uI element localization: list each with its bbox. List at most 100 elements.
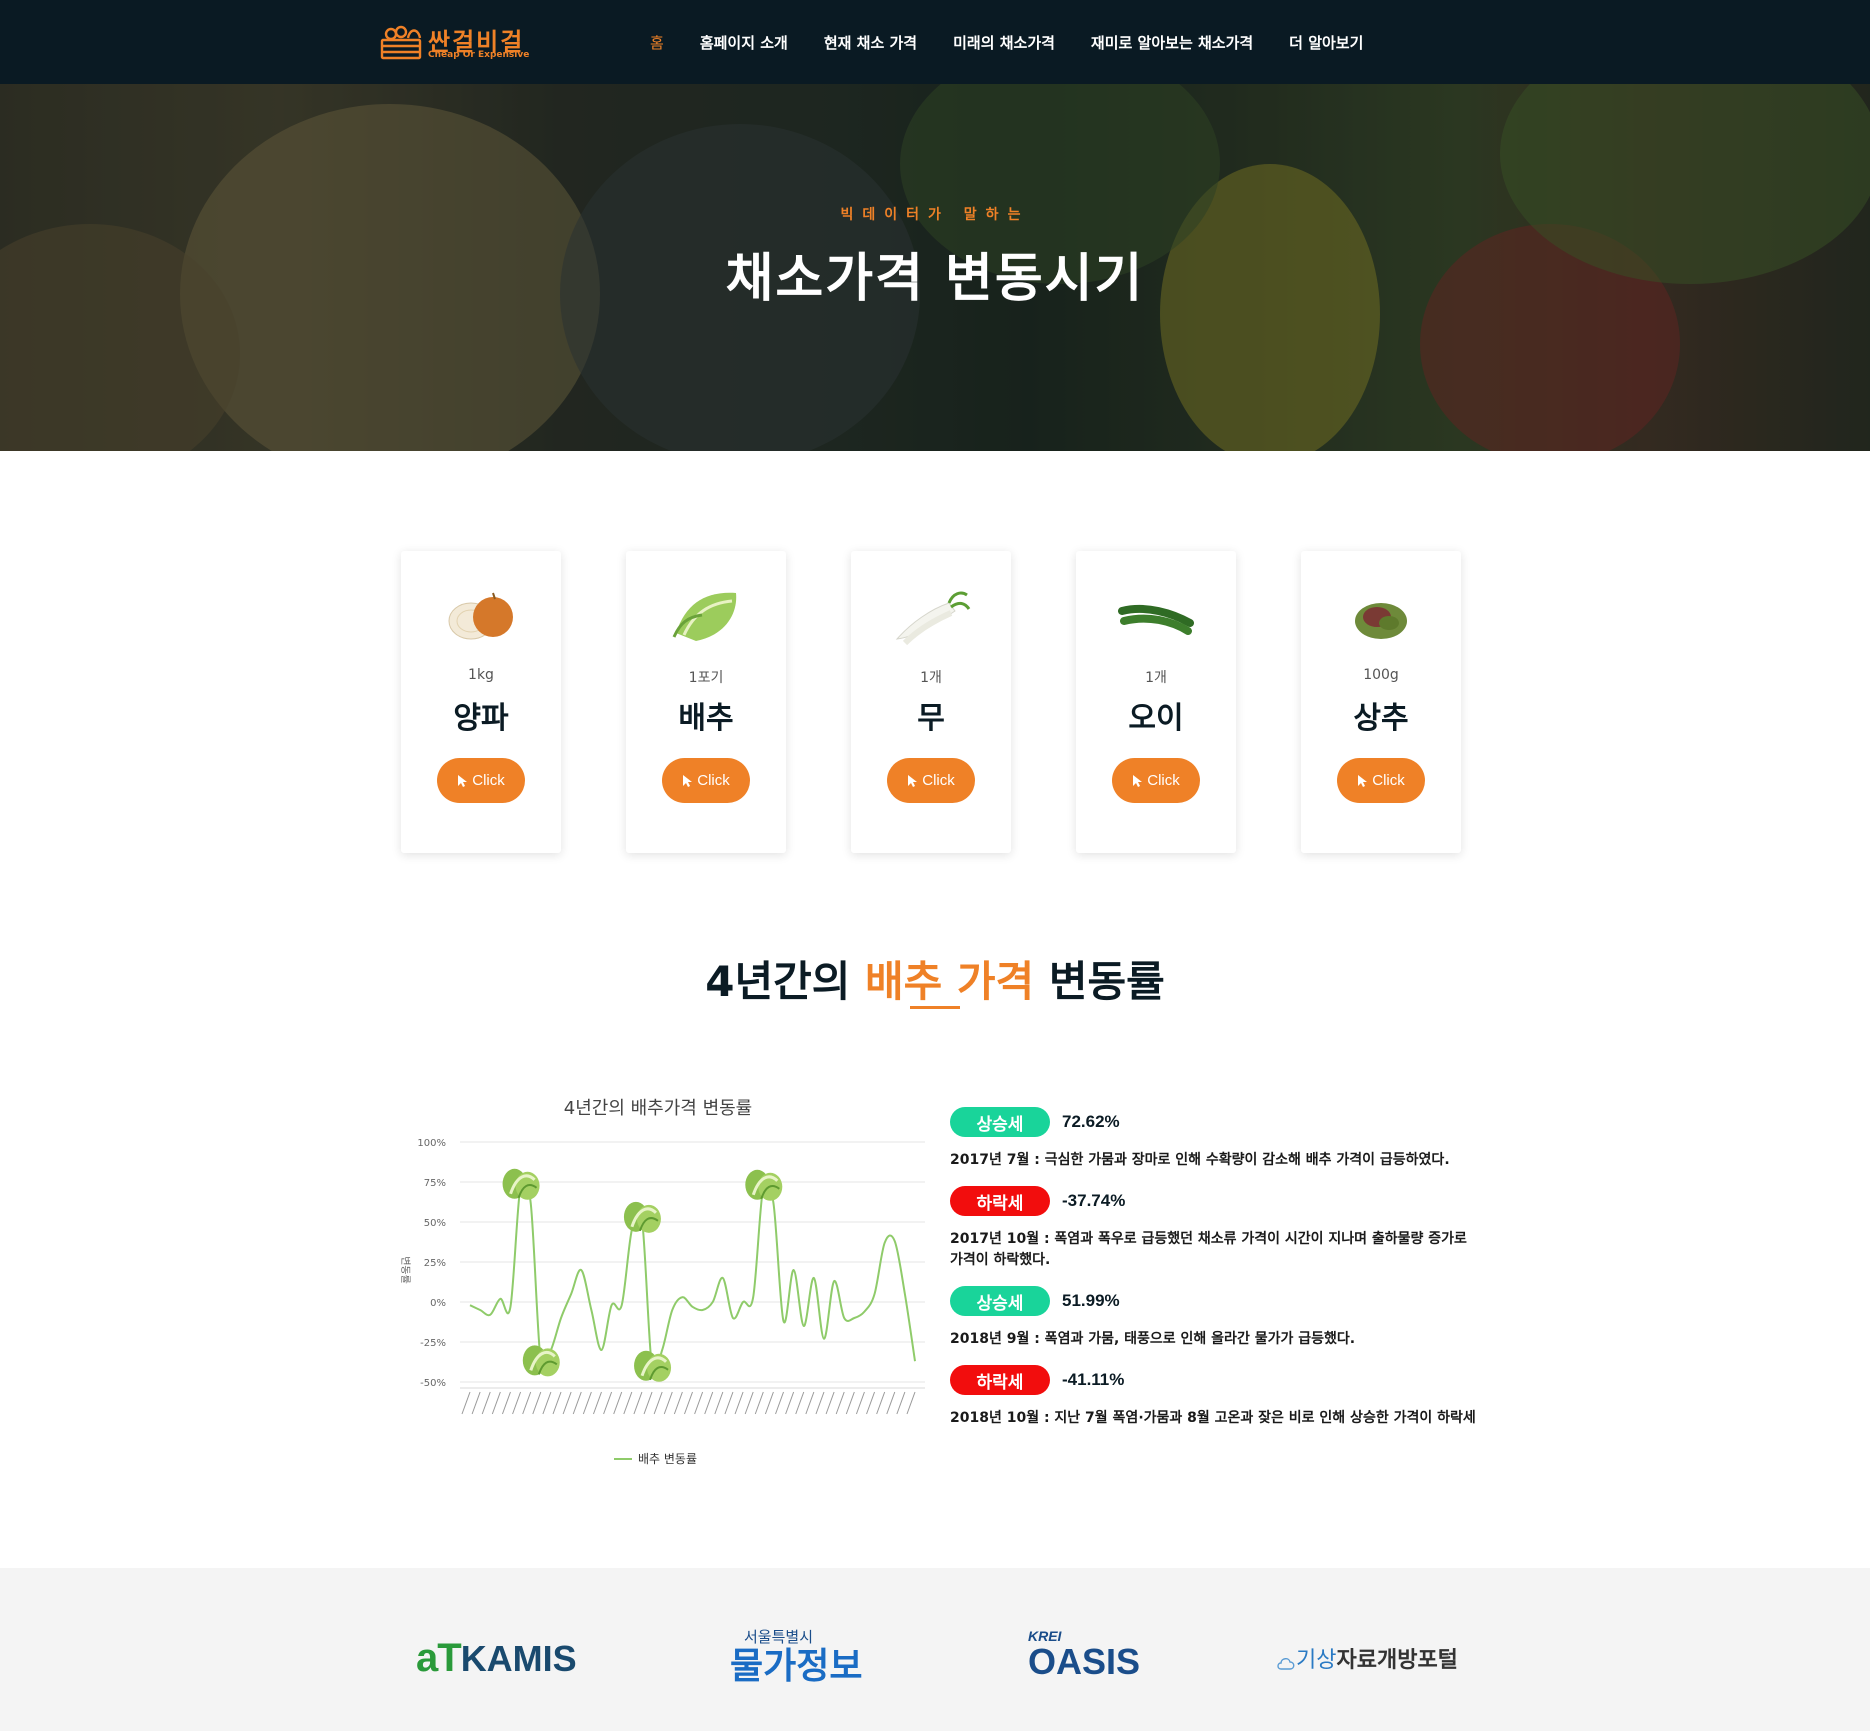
- section-title-highlight: 배추 가격: [865, 957, 1035, 1006]
- cabbage-marker-icon: [623, 1201, 661, 1233]
- x-tick-mark: [714, 1391, 724, 1415]
- vegetable-card-radish: 1개 무 Click: [851, 551, 1011, 853]
- x-tick-mark: [613, 1391, 623, 1415]
- cabbage-marker-icon: [502, 1168, 540, 1200]
- krei-oasis-logo[interactable]: KREI OASIS: [1028, 1628, 1140, 1680]
- x-tick-mark: [572, 1391, 582, 1415]
- nav-about[interactable]: 홈페이지 소개: [700, 32, 788, 53]
- event-item: 하락세 -41.11% 2018년 10월 : 지난 7월 폭염·가뭄과 8월 …: [950, 1364, 1480, 1429]
- chart-title: 4년간의 배추가격 변동률: [563, 1098, 753, 1119]
- seoul-logo-line2: 물가정보: [730, 1646, 863, 1687]
- event-item: 상승세 72.62% 2017년 7월 : 극심한 가뭄과 장마로 인해 수확량…: [950, 1106, 1480, 1171]
- button-label: Click: [1372, 772, 1405, 789]
- x-tick-mark: [653, 1391, 663, 1415]
- trend-badge-down: 하락세: [950, 1365, 1050, 1395]
- card-name: 배추: [678, 701, 734, 736]
- lettuce-click-button[interactable]: Click: [1337, 758, 1425, 803]
- vegetable-card-cabbage: 1포기 배추 Click: [626, 551, 786, 853]
- trend-badge-down: 하락세: [950, 1186, 1050, 1216]
- radish-click-button[interactable]: Click: [887, 758, 975, 803]
- cabbage-click-button[interactable]: Click: [662, 758, 750, 803]
- cursor-icon: [458, 774, 468, 787]
- x-tick-mark: [815, 1391, 825, 1415]
- price-events-list[interactable]: 상승세 72.62% 2017년 7월 : 극심한 가뭄과 장마로 인해 수확량…: [950, 1106, 1480, 1448]
- nav-current-prices[interactable]: 현재 채소 가격: [824, 32, 917, 53]
- x-tick-mark: [643, 1391, 653, 1415]
- nav-home[interactable]: 홈: [650, 32, 664, 53]
- x-tick-mark: [471, 1391, 481, 1415]
- top-navbar: 싼걸비걸 Cheap Or Expensive 홈 홈페이지 소개 현재 채소 …: [0, 0, 1870, 84]
- cucumber-click-button[interactable]: Click: [1112, 758, 1200, 803]
- x-tick-mark: [593, 1391, 602, 1415]
- x-tick-mark: [754, 1391, 764, 1415]
- y-tick-label: 25%: [424, 1258, 446, 1269]
- vegetable-basket-icon: [380, 25, 422, 60]
- event-percent: 51.99%: [1062, 1291, 1120, 1310]
- nav-future-prices[interactable]: 미래의 채소가격: [953, 32, 1055, 53]
- x-tick-mark: [481, 1391, 491, 1415]
- x-tick-mark: [542, 1391, 552, 1415]
- y-tick-label: 50%: [424, 1218, 446, 1229]
- x-tick-mark: [775, 1391, 784, 1415]
- weather-logo-part2: 자료개방포털: [1336, 1648, 1458, 1673]
- cabbage-marker-icon: [522, 1345, 560, 1377]
- hero-subtitle: 빅데이터가 말하는: [840, 207, 1030, 223]
- section-title-post: 변동률: [1034, 957, 1165, 1006]
- x-tick-mark: [532, 1391, 542, 1415]
- weather-portal-logo[interactable]: 기상자료개방포털: [1276, 1642, 1458, 1674]
- vegetable-card-onion: 1kg 양파 Click: [401, 551, 561, 853]
- krei-logo-line2: OASIS: [1028, 1641, 1141, 1682]
- radish-icon: [895, 591, 971, 646]
- partner-logos-footer: aTKAMIS 서울특별시 물가정보 KREI OASIS 기상자료개방포털: [0, 1568, 1870, 1731]
- card-unit: 1개: [1145, 670, 1167, 686]
- x-tick-mark: [805, 1391, 815, 1415]
- cursor-icon: [1358, 774, 1368, 787]
- x-tick-mark: [704, 1391, 714, 1415]
- section-title-pre: 4년간의: [705, 957, 866, 1006]
- atkamis-logo-part1: aT: [416, 1636, 462, 1680]
- cursor-icon: [908, 774, 918, 787]
- x-tick-mark: [512, 1391, 522, 1415]
- hero-title: 채소가격 변동시기: [725, 249, 1145, 309]
- card-unit: 1kg: [468, 667, 494, 683]
- cabbage-icon: [672, 592, 737, 641]
- button-label: Click: [922, 772, 955, 789]
- card-unit: 1포기: [688, 670, 724, 686]
- card-name: 상추: [1353, 701, 1409, 736]
- site-logo[interactable]: 싼걸비걸 Cheap Or Expensive: [380, 22, 530, 64]
- atkamis-logo[interactable]: aTKAMIS: [416, 1636, 577, 1681]
- x-tick-mark: [623, 1391, 633, 1415]
- x-tick-mark: [795, 1391, 805, 1415]
- x-tick-mark: [562, 1391, 572, 1415]
- event-percent: 72.62%: [1062, 1112, 1120, 1131]
- onion-click-button[interactable]: Click: [437, 758, 525, 803]
- y-tick-label: 100%: [417, 1138, 446, 1149]
- logo-subtitle: Cheap Or Expensive: [428, 50, 530, 60]
- atkamis-logo-part2: KAMIS: [460, 1638, 577, 1679]
- x-tick-mark: [724, 1391, 734, 1415]
- nav-fun-prices[interactable]: 재미로 알아보는 채소가격: [1091, 32, 1253, 53]
- x-tick-mark: [582, 1391, 592, 1415]
- legend-swatch: [614, 1457, 632, 1460]
- x-tick-mark: [835, 1391, 845, 1415]
- card-name: 오이: [1128, 701, 1184, 736]
- weather-logo-part1: 기상: [1296, 1648, 1337, 1673]
- y-tick-label: -50%: [420, 1378, 446, 1389]
- cursor-icon: [683, 774, 693, 787]
- hero-banner: 빅데이터가 말하는 채소가격 변동시기: [0, 84, 1870, 451]
- cursor-icon: [1133, 774, 1143, 787]
- x-tick-mark: [855, 1391, 865, 1415]
- x-tick-mark: [461, 1391, 471, 1415]
- x-tick-mark: [522, 1391, 532, 1415]
- y-axis-label: 변동률: [399, 1256, 411, 1284]
- nav-more[interactable]: 더 알아보기: [1289, 32, 1363, 53]
- x-tick-mark: [694, 1391, 704, 1415]
- seoul-price-logo[interactable]: 서울특별시 물가정보: [730, 1626, 862, 1687]
- button-label: Click: [472, 772, 505, 789]
- y-tick-label: 75%: [424, 1178, 446, 1189]
- x-tick-mark: [734, 1391, 744, 1415]
- x-tick-mark: [603, 1391, 613, 1415]
- event-description: 2017년 10월 : 폭염과 폭우로 급등했던 채소류 가격이 시간이 지나며…: [950, 1231, 1467, 1268]
- x-tick-mark: [491, 1391, 501, 1415]
- button-label: Click: [1147, 772, 1180, 789]
